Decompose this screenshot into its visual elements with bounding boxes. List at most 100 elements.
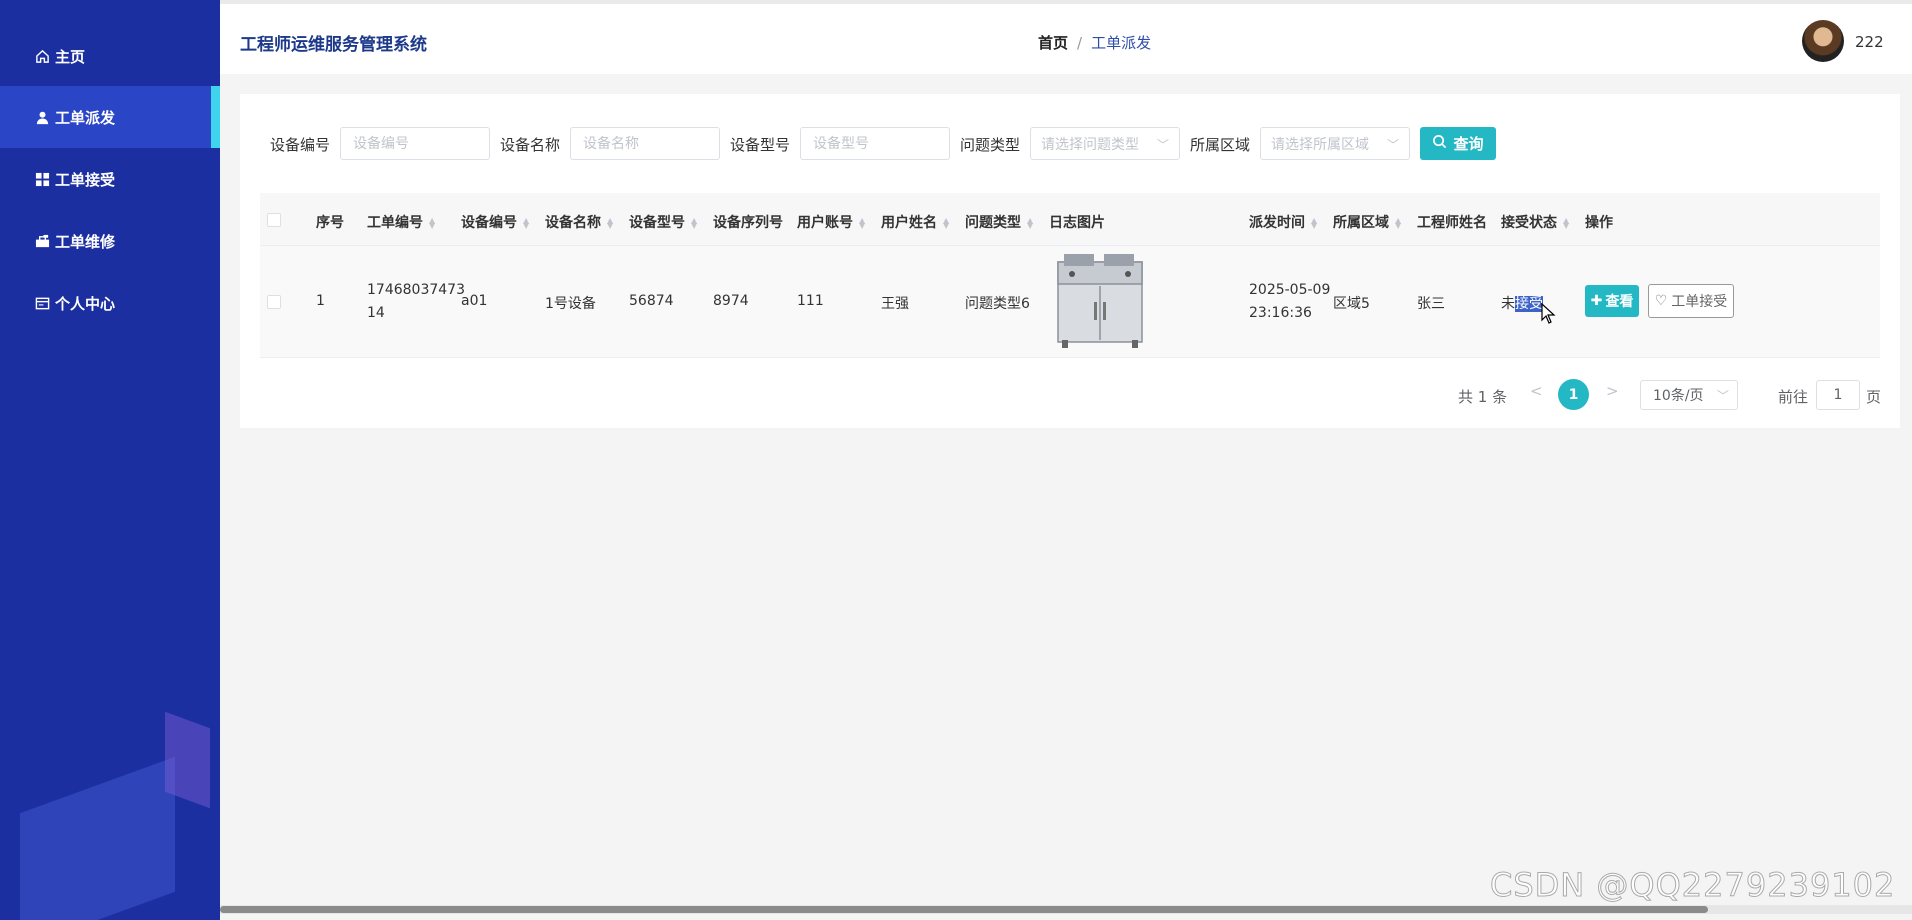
cell-dispatch-date: 2025-05-09 — [1249, 282, 1331, 298]
chevron-down-icon: ﹀ — [1156, 138, 1169, 152]
sort-icon: ▲ ▼ — [859, 216, 866, 230]
sort-icon: ▲ ▼ — [691, 216, 698, 230]
cell-order-no-cont: 14 — [367, 305, 385, 321]
column-header[interactable]: 设备编号 ▲ ▼ — [461, 212, 529, 232]
sidebar-item-receive[interactable]: 工单接受 — [0, 148, 220, 210]
sort-icon: ▲ ▼ — [943, 216, 950, 230]
cell-status: 未接受 — [1501, 293, 1543, 313]
breadcrumb: 首页 / 工单派发 — [1038, 32, 1151, 53]
device-model-input[interactable] — [800, 127, 950, 160]
decorative-shape — [20, 756, 175, 920]
sort-icon: ▲ ▼ — [429, 216, 436, 230]
sidebar-item-label: 工单维修 — [55, 232, 116, 251]
device-model-label: 设备型号 — [730, 136, 791, 154]
view-button-label: 查看 — [1605, 294, 1634, 310]
sidebar-item-dispatch[interactable]: 工单派发 — [0, 86, 220, 148]
prev-page-icon[interactable]: < — [1530, 382, 1543, 400]
chevron-down-icon: ﹀ — [1386, 138, 1399, 152]
sort-icon: ▲ ▼ — [1563, 216, 1570, 230]
column-header[interactable]: 所属区域 ▲ ▼ — [1333, 212, 1401, 232]
view-button[interactable]: ✚ 查看 — [1585, 285, 1639, 317]
cabinet-image[interactable] — [1050, 252, 1150, 350]
cell-issue-type: 问题类型6 — [965, 296, 1030, 312]
sort-icon: ▲ ▼ — [607, 216, 614, 230]
row-checkbox[interactable] — [267, 295, 281, 309]
cell-engineer: 张三 — [1417, 296, 1445, 312]
table-row: 1 17468037473 14 a01 1号设备 56874 8974 111… — [260, 246, 1880, 358]
region-placeholder: 请选择所属区域 — [1271, 136, 1369, 153]
status-prefix: 未 — [1501, 296, 1515, 312]
issue-type-placeholder: 请选择问题类型 — [1041, 136, 1139, 153]
breadcrumb-separator: / — [1077, 34, 1083, 52]
horizontal-scrollbar[interactable] — [220, 905, 1912, 914]
breadcrumb-current: 工单派发 — [1091, 34, 1152, 52]
region-label: 所属区域 — [1190, 136, 1251, 154]
column-header: 工程师姓名 — [1417, 215, 1487, 231]
app-title: 工程师运维服务管理系统 — [240, 35, 427, 55]
column-header: 序号 — [316, 215, 344, 231]
username[interactable]: 222 — [1855, 33, 1884, 51]
briefcase-icon — [33, 232, 51, 250]
column-header[interactable]: 用户账号 ▲ ▼ — [797, 212, 865, 232]
page-size-value: 10条/页 — [1653, 388, 1704, 404]
search-icon — [1432, 134, 1447, 153]
region-select[interactable]: 请选择所属区域 ﹀ — [1260, 127, 1410, 160]
page-size-select[interactable]: 10条/页 ﹀ — [1640, 380, 1738, 410]
avatar[interactable] — [1802, 20, 1844, 62]
watermark: CSDN @QQ2279239102 — [1489, 866, 1896, 905]
sidebar-item-repair[interactable]: 工单维修 — [0, 210, 220, 272]
pagination-total: 共 1 条 — [1458, 388, 1508, 406]
column-header[interactable]: 问题类型 ▲ ▼ — [965, 212, 1033, 232]
column-header[interactable]: 接受状态 ▲ ▼ — [1501, 212, 1569, 232]
grid-icon — [33, 170, 51, 188]
cell-device-name: 1号设备 — [545, 296, 596, 312]
chevron-down-icon: ﹀ — [1716, 389, 1729, 403]
cell-order-no: 17468037473 — [367, 282, 465, 298]
query-button-label: 查询 — [1453, 135, 1484, 153]
sidebar-item-profile[interactable]: 个人中心 — [0, 272, 220, 334]
sidebar-item-home[interactable]: 主页 — [0, 25, 220, 87]
column-header: 设备序列号 — [713, 215, 783, 231]
home-icon — [33, 47, 51, 65]
column-header[interactable]: 设备名称 ▲ ▼ — [545, 212, 613, 232]
next-page-icon[interactable]: > — [1606, 382, 1619, 400]
top-header: 工程师运维服务管理系统 首页 / 工单派发 222 — [220, 0, 1912, 74]
device-name-input[interactable] — [570, 127, 720, 160]
sort-icon: ▲ ▼ — [1027, 216, 1034, 230]
breadcrumb-home[interactable]: 首页 — [1038, 34, 1068, 52]
cell-device-no: a01 — [461, 293, 488, 309]
sidebar-item-label: 工单派发 — [55, 108, 116, 127]
sort-icon: ▲ ▼ — [1311, 216, 1318, 230]
device-name-label: 设备名称 — [500, 136, 561, 154]
issue-type-select[interactable]: 请选择问题类型 ﹀ — [1030, 127, 1180, 160]
column-header: 操作 — [1585, 215, 1613, 231]
user-icon — [33, 108, 51, 126]
device-no-input[interactable] — [340, 127, 490, 160]
column-header[interactable]: 工单编号 ▲ ▼ — [367, 212, 435, 232]
cell-device-model: 56874 — [629, 293, 674, 309]
sidebar: 主页 工单派发 工单接受 工单维修 个人中心 — [0, 0, 220, 920]
scrollbar-thumb[interactable] — [220, 906, 1708, 913]
decorative-shape — [165, 711, 210, 809]
column-header[interactable]: 用户姓名 ▲ ▼ — [881, 212, 949, 232]
query-button[interactable]: 查询 — [1420, 127, 1496, 160]
sidebar-item-label: 个人中心 — [55, 294, 116, 313]
goto-suffix: 页 — [1866, 388, 1882, 406]
sidebar-item-label: 工单接受 — [55, 170, 116, 189]
goto-label: 前往 — [1778, 388, 1809, 406]
column-header[interactable]: 设备型号 ▲ ▼ — [629, 212, 697, 232]
goto-page-input[interactable] — [1816, 380, 1860, 410]
column-header[interactable]: 派发时间 ▲ ▼ — [1249, 212, 1317, 232]
plus-icon: ✚ — [1590, 293, 1603, 309]
accept-button-label: 工单接受 — [1671, 294, 1728, 310]
id-card-icon — [33, 294, 51, 312]
cell-serial-no: 8974 — [713, 293, 749, 309]
sort-icon: ▲ ▼ — [523, 216, 530, 230]
accept-order-button[interactable]: ♡ 工单接受 — [1648, 284, 1734, 318]
table-header: 序号 工单编号 ▲ ▼ 设备编号 ▲ ▼ 设备名称 ▲ ▼ 设备型号 ▲ ▼ 设备序列号 用户账… — [260, 193, 1880, 246]
select-all-checkbox[interactable] — [267, 213, 281, 227]
page-number-current[interactable]: 1 — [1558, 379, 1589, 410]
issue-type-label: 问题类型 — [960, 136, 1021, 154]
cell-user-name: 王强 — [881, 296, 909, 312]
device-no-label: 设备编号 — [270, 136, 331, 154]
